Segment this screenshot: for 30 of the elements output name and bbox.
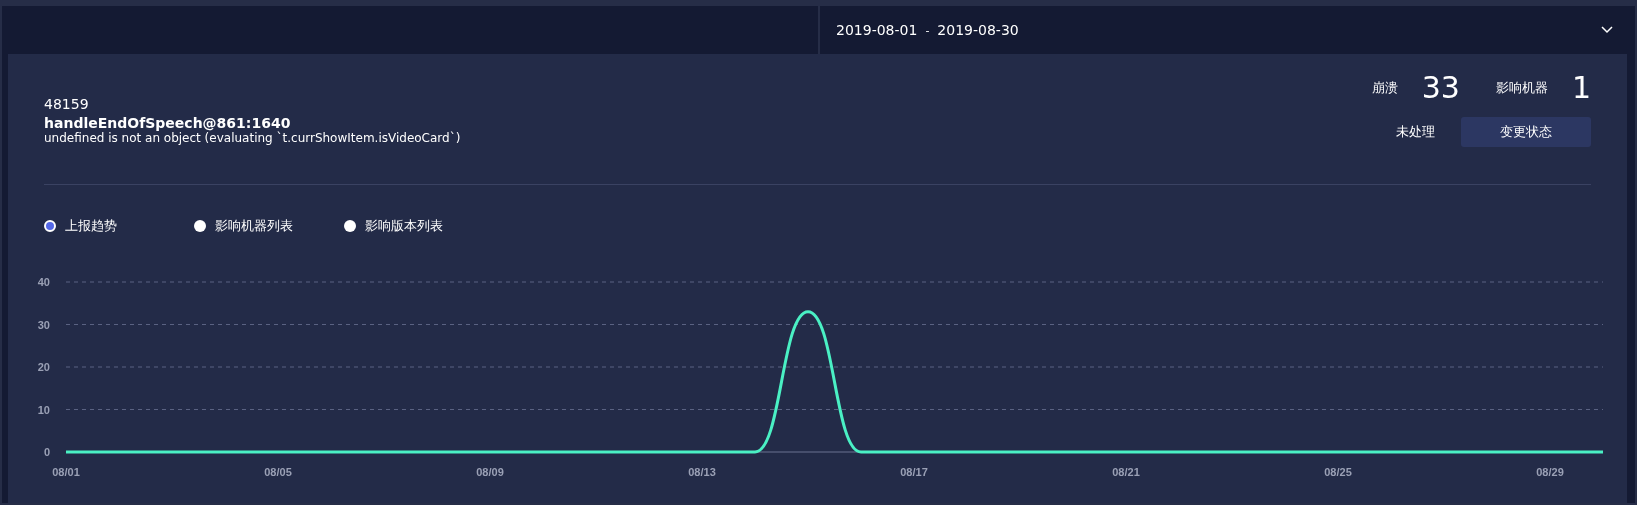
x-tick-label: 08/25 bbox=[1324, 466, 1352, 478]
start-date: 2019-08-01 bbox=[836, 22, 918, 38]
x-tick-label: 08/21 bbox=[1112, 466, 1140, 478]
date-range-picker[interactable]: 2019-08-01 - 2019-08-30 bbox=[820, 6, 1627, 54]
x-tick-label: 08/01 bbox=[52, 466, 80, 478]
end-date: 2019-08-30 bbox=[937, 22, 1019, 38]
view-radio[interactable]: 影响机器列表 bbox=[194, 217, 344, 235]
error-message: undefined is not an object (evaluating `t.currShowItem.isVideoCard`) bbox=[44, 131, 461, 145]
stat-value: 1 bbox=[1571, 70, 1591, 105]
x-tick-label: 08/05 bbox=[264, 466, 292, 478]
y-tick-label: 30 bbox=[37, 318, 50, 331]
y-tick-label: 0 bbox=[43, 446, 50, 458]
date-separator: - bbox=[925, 23, 930, 37]
x-tick-label: 08/29 bbox=[1536, 466, 1564, 478]
x-tick-label: 08/17 bbox=[900, 466, 928, 478]
stat-label: 影响机器 bbox=[1495, 78, 1548, 97]
chevron-down-icon bbox=[1601, 26, 1613, 34]
issue-id: 48159 bbox=[44, 96, 90, 112]
x-tick-label: 08/13 bbox=[688, 466, 716, 478]
function-name: handleEndOfSpeech@861:1640 bbox=[44, 115, 291, 131]
stat-label: 崩溃 bbox=[1371, 78, 1398, 97]
y-tick-label: 10 bbox=[37, 403, 50, 416]
view-radio[interactable]: 影响版本列表 bbox=[344, 217, 494, 235]
stat-value: 33 bbox=[1421, 70, 1460, 105]
change-status-button[interactable]: 变更状态 bbox=[1461, 117, 1591, 147]
status-text: 未处理 bbox=[1396, 123, 1435, 141]
view-radio[interactable]: 上报趋势 bbox=[44, 217, 194, 235]
x-tick-label: 08/09 bbox=[476, 466, 504, 478]
y-tick-label: 20 bbox=[37, 361, 50, 373]
y-tick-label: 40 bbox=[37, 276, 50, 288]
